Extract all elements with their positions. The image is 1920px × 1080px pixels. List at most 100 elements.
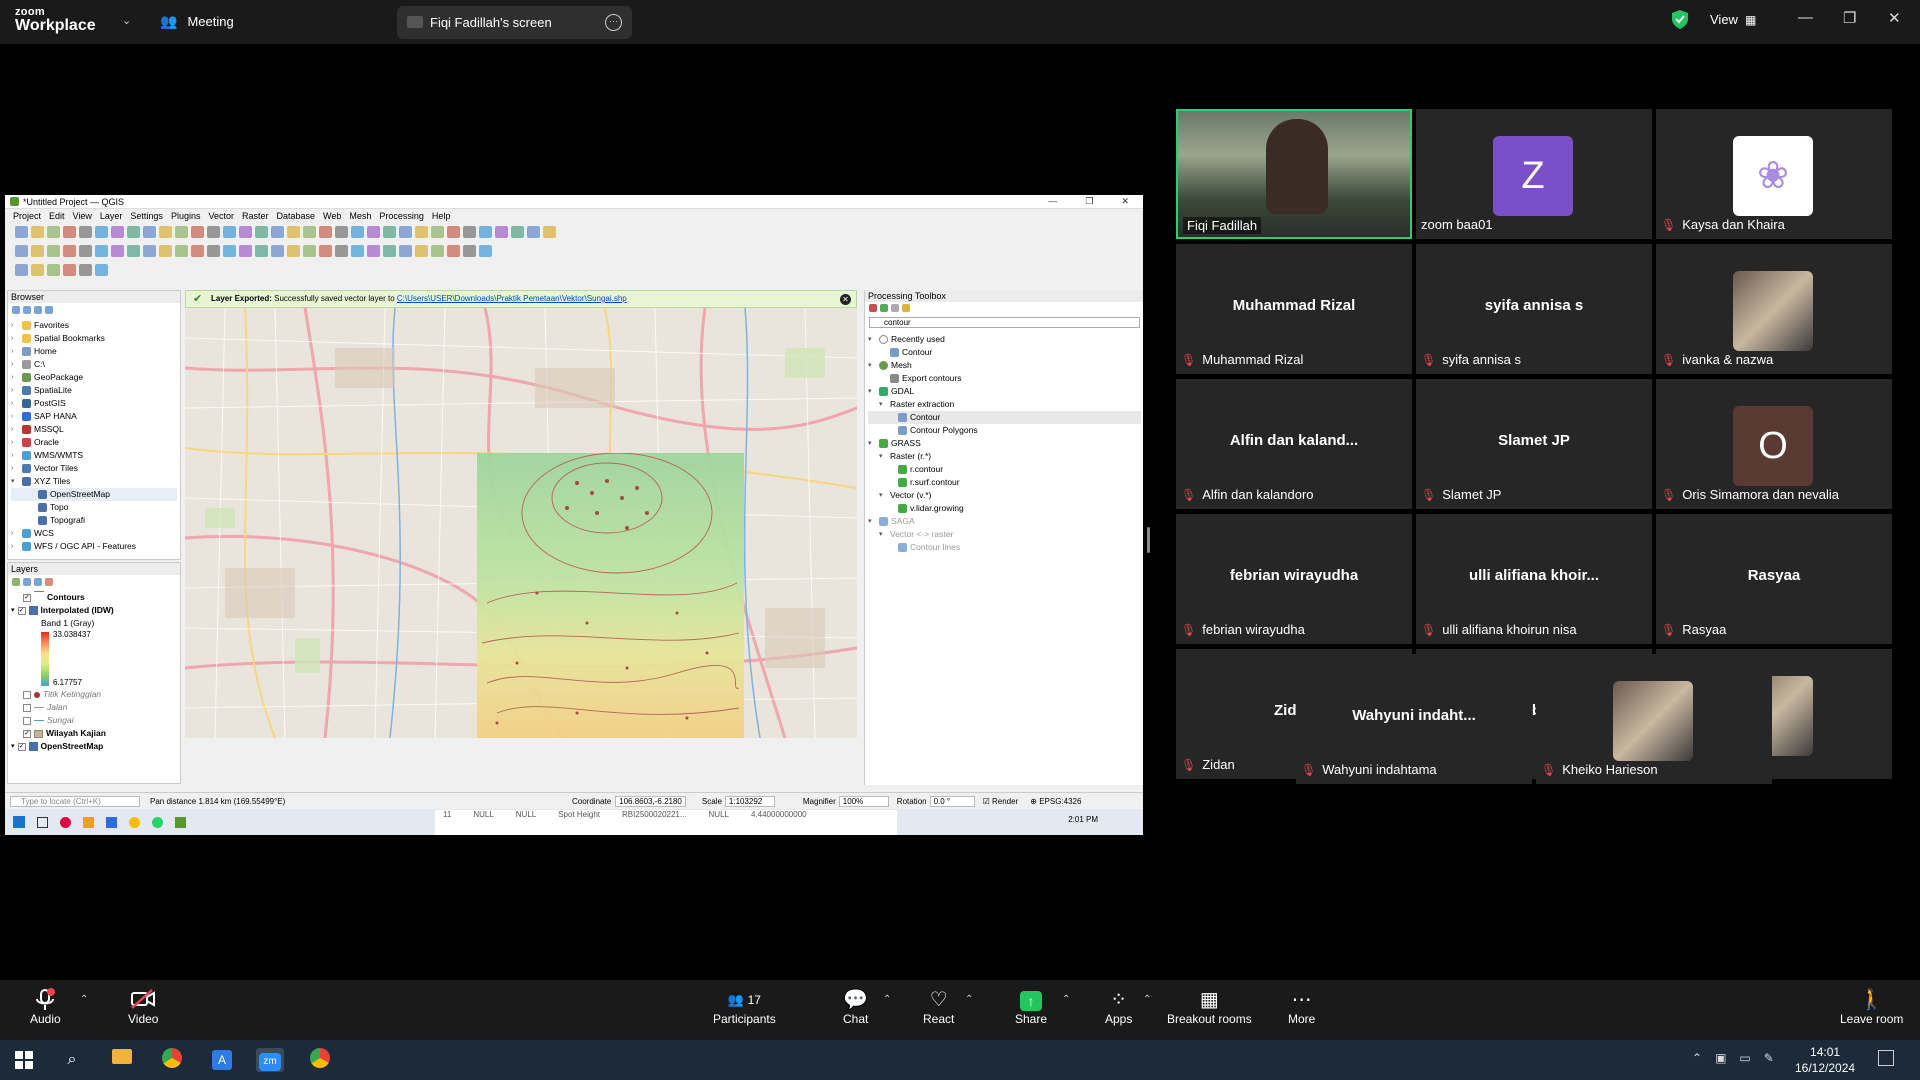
notification-icon[interactable] bbox=[1878, 1050, 1894, 1066]
layer-contours[interactable]: ✓ Contours bbox=[11, 590, 177, 604]
participant-tile[interactable]: Alfin dan kaland... 🎙 Alfin dan kalandoro bbox=[1176, 379, 1412, 509]
participant-tile[interactable]: 🎙 ivanka & nazwa bbox=[1656, 244, 1892, 374]
checkbox-icon[interactable]: ✓ bbox=[17, 606, 26, 615]
toolbar-tool-icon[interactable] bbox=[447, 225, 460, 238]
toolbar-tool-icon[interactable] bbox=[351, 244, 364, 257]
react-button[interactable]: ♡ React bbox=[923, 988, 954, 1026]
toolbar-tool-icon[interactable] bbox=[399, 244, 412, 257]
toolbar-tool-icon[interactable] bbox=[47, 244, 60, 257]
breakout-rooms-button[interactable]: ▦ Breakout rooms bbox=[1167, 988, 1252, 1026]
browser-item[interactable]: › Spatial Bookmarks bbox=[11, 332, 177, 345]
toolbox-item[interactable]: r.surf.contour bbox=[868, 476, 1141, 489]
toolbar-tool-icon[interactable] bbox=[383, 225, 396, 238]
toolbox-subgroup[interactable]: ▾ Raster (r.*) bbox=[868, 450, 1141, 463]
participant-tile[interactable]: syifa annisa s 🎙 syifa annisa s bbox=[1416, 244, 1652, 374]
participant-tile[interactable]: ulli alifiana khoir... 🎙 ulli alifiana kho… bbox=[1416, 514, 1652, 644]
more-button[interactable]: ⋯ More bbox=[1288, 988, 1315, 1026]
participant-tile[interactable]: Muhammad Rizal 🎙 Muhammad Rizal bbox=[1176, 244, 1412, 374]
toolbar-tool-icon[interactable] bbox=[383, 244, 396, 257]
browser-item[interactable]: Topo bbox=[11, 501, 177, 514]
participants-button[interactable]: 👥 17 Participants bbox=[713, 988, 776, 1026]
qgis-menu-web[interactable]: Web bbox=[323, 211, 341, 221]
system-tray[interactable]: ⌃ ▣ ▭ ✎ bbox=[1692, 1051, 1774, 1065]
toolbar-tool-icon[interactable] bbox=[31, 225, 44, 238]
toolbar-tool-icon[interactable] bbox=[95, 225, 108, 238]
toolbar-tool-icon[interactable] bbox=[255, 225, 268, 238]
resize-handle[interactable] bbox=[1147, 527, 1150, 553]
toolbox-item[interactable]: Contour lines bbox=[868, 541, 1141, 554]
toolbar-tool-icon[interactable] bbox=[335, 225, 348, 238]
toolbar-tool-icon[interactable] bbox=[367, 225, 380, 238]
windows-start-icon[interactable] bbox=[10, 1048, 38, 1072]
layer-osm[interactable]: ▾ ✓ OpenStreetMap bbox=[11, 740, 177, 753]
audio-button[interactable]: Audio bbox=[30, 988, 61, 1026]
toolbar-tool-icon[interactable] bbox=[15, 244, 28, 257]
apps-button[interactable]: ⁘ Apps bbox=[1105, 988, 1132, 1026]
participant-tile[interactable]: O 🎙 Oris Simamora dan nevalia bbox=[1656, 379, 1892, 509]
toolbar-tool-icon[interactable] bbox=[127, 244, 140, 257]
toolbar-tool-icon[interactable] bbox=[207, 244, 220, 257]
share-options-icon[interactable]: ⌃ bbox=[1062, 994, 1070, 1005]
participant-tile[interactable]: Fiqi Fadillah bbox=[1176, 109, 1412, 239]
toolbar-tool-icon[interactable] bbox=[63, 263, 76, 276]
share-button[interactable]: ↑ Share bbox=[1015, 988, 1047, 1026]
toolbox-group-recent[interactable]: ▾ Recently used bbox=[868, 333, 1141, 346]
browser-item[interactable]: ▾ XYZ Tiles bbox=[11, 475, 177, 488]
toolbar-tool-icon[interactable] bbox=[175, 225, 188, 238]
layer-jalan[interactable]: Jalan bbox=[11, 701, 177, 714]
toolbar-tool-icon[interactable] bbox=[511, 225, 524, 238]
browser-item[interactable]: › WMS/WMTS bbox=[11, 449, 177, 462]
participant-tile[interactable]: febrian wirayudha 🎙 febrian wirayudha bbox=[1176, 514, 1412, 644]
toolbar-tool-icon[interactable] bbox=[111, 244, 124, 257]
toolbar-tool-icon[interactable] bbox=[47, 263, 60, 276]
toolbar-tool-icon[interactable] bbox=[111, 225, 124, 238]
browser-item[interactable]: › Home bbox=[11, 345, 177, 358]
participant-tile[interactable]: ❀ 🎙 Kaysa dan Khaira bbox=[1656, 109, 1892, 239]
toolbar-tool-icon[interactable] bbox=[239, 244, 252, 257]
qgis-menu-vector[interactable]: Vector bbox=[208, 211, 234, 221]
toolbar-tool-icon[interactable] bbox=[175, 244, 188, 257]
qgis-menu-processing[interactable]: Processing bbox=[379, 211, 424, 221]
qgis-menu-help[interactable]: Help bbox=[432, 211, 451, 221]
toolbar-tool-icon[interactable] bbox=[255, 244, 268, 257]
qgis-menu-plugins[interactable]: Plugins bbox=[171, 211, 201, 221]
toolbar-tool-icon[interactable] bbox=[271, 244, 284, 257]
toolbar-tool-icon[interactable] bbox=[127, 225, 140, 238]
participant-tile[interactable]: Slamet JP 🎙 Slamet JP bbox=[1416, 379, 1652, 509]
toolbar-tool-icon[interactable] bbox=[143, 225, 156, 238]
toolbar-tool-icon[interactable] bbox=[367, 244, 380, 257]
toolbar-tool-icon[interactable] bbox=[223, 225, 236, 238]
more-options-icon[interactable]: ··· bbox=[605, 14, 622, 31]
toolbar-tool-icon[interactable] bbox=[79, 225, 92, 238]
qgis-menu-project[interactable]: Project bbox=[13, 211, 41, 221]
close-message-icon[interactable]: ✕ bbox=[840, 294, 851, 305]
qgis-menu-layer[interactable]: Layer bbox=[100, 211, 123, 221]
qgis-menu-settings[interactable]: Settings bbox=[130, 211, 163, 221]
browser-item[interactable]: OpenStreetMap bbox=[11, 488, 177, 501]
toolbox-group-saga[interactable]: ▾ SAGA bbox=[868, 515, 1141, 528]
chrome-icon[interactable] bbox=[158, 1048, 186, 1072]
file-explorer-icon[interactable] bbox=[108, 1048, 136, 1072]
toolbar-tool-icon[interactable] bbox=[527, 225, 540, 238]
toolbox-item[interactable]: Contour Polygons bbox=[868, 424, 1141, 437]
checkbox-icon[interactable] bbox=[23, 690, 31, 699]
search-icon[interactable]: ⌕ bbox=[58, 1048, 86, 1072]
screen-share-pill[interactable]: Fiqi Fadillah's screen ··· bbox=[397, 6, 632, 39]
restore-icon[interactable]: ❐ bbox=[1843, 9, 1856, 27]
toolbox-subgroup[interactable]: ▾ Vector <-> raster bbox=[868, 528, 1141, 541]
toolbox-item-selected[interactable]: Contour bbox=[868, 411, 1141, 424]
participant-tile[interactable]: Wahyuni indaht... 🎙 Wahyuni indahtama bbox=[1296, 654, 1532, 784]
map-canvas[interactable] bbox=[185, 308, 857, 738]
toolbar-tool-icon[interactable] bbox=[31, 263, 44, 276]
magnifier-field[interactable]: 100% bbox=[838, 795, 889, 807]
qgis-menu-view[interactable]: View bbox=[73, 211, 92, 221]
checkbox-icon[interactable]: ✓ bbox=[23, 593, 31, 602]
chevron-down-icon[interactable]: ⌄ bbox=[122, 14, 131, 27]
toolbar-tool-icon[interactable] bbox=[479, 244, 492, 257]
browser-item[interactable]: › SpatiaLite bbox=[11, 384, 177, 397]
toolbar-tool-icon[interactable] bbox=[191, 225, 204, 238]
security-shield-icon[interactable] bbox=[1672, 10, 1688, 29]
participant-tile[interactable]: 🎙 Kheiko Harieson bbox=[1536, 654, 1772, 784]
toolbox-item[interactable]: r.contour bbox=[868, 463, 1141, 476]
toolbar-tool-icon[interactable] bbox=[143, 244, 156, 257]
